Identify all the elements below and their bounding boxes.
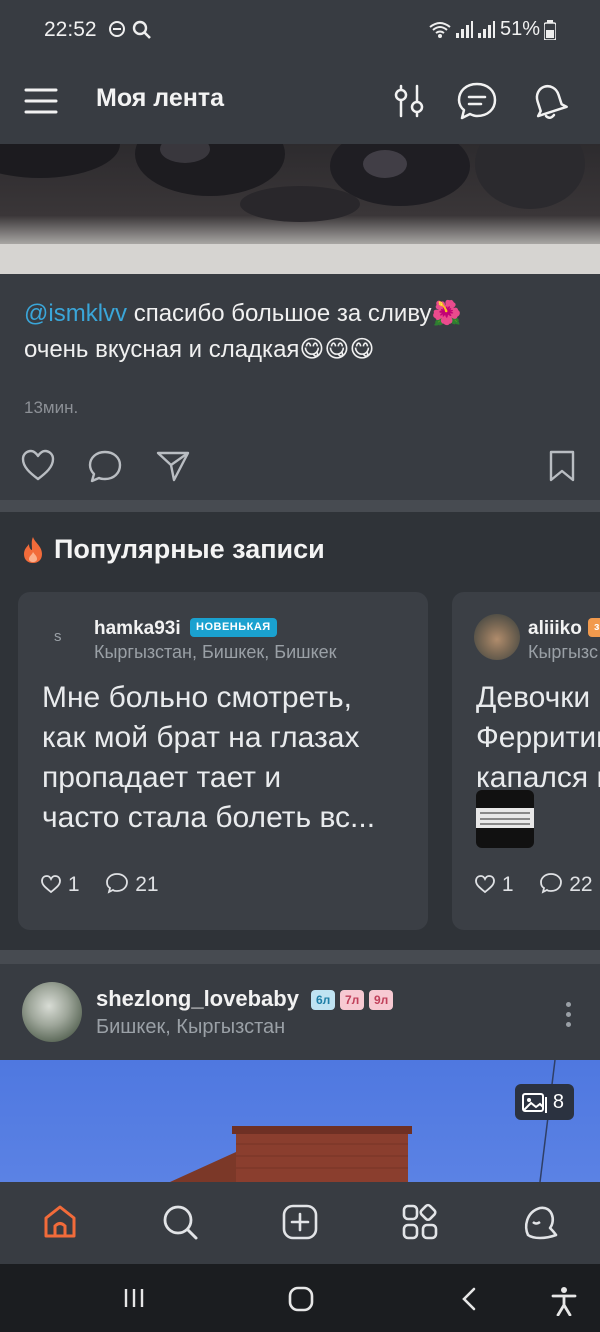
child-age-badge: 9л <box>369 990 394 1010</box>
photo-count-badge: 8 <box>514 1084 574 1120</box>
child-age-badge: 6л <box>311 990 336 1010</box>
photo-count: 8 <box>552 1091 564 1113</box>
dnd-icon <box>109 21 125 37</box>
post-photo[interactable]: 8 <box>0 1060 600 1182</box>
building-image <box>170 1060 556 1182</box>
profile-icon[interactable] <box>520 1202 560 1242</box>
services-icon[interactable] <box>400 1202 440 1242</box>
like-icon <box>41 875 61 894</box>
signal-icon-2 <box>478 21 495 38</box>
comment-icon[interactable] <box>86 448 124 484</box>
card-location: Кыргызстан, Бишкек, Бишкек <box>94 642 337 662</box>
post-location: Бишкек, Кыргызстан <box>96 1016 286 1038</box>
post-header: shezlong_lovebaby 6л 7л 9л Бишкек, Кыргы… <box>0 964 600 1060</box>
mention-link[interactable]: @ismklvv <box>24 300 127 327</box>
signal-icon-1 <box>456 21 473 38</box>
post-timestamp: 13мин. <box>24 398 79 417</box>
likes-count: 1 <box>67 873 80 896</box>
card-text: Мне больно смотреть, как мой брат на гла… <box>42 678 375 838</box>
fire-icon <box>24 537 42 563</box>
clock: 22:52 <box>44 18 97 41</box>
popular-card[interactable]: aliiiko з Кыргызс Девочки , Ферритин кап… <box>452 592 600 930</box>
like-icon <box>475 875 495 894</box>
accessibility-icon[interactable] <box>550 1286 578 1316</box>
comment-icon <box>540 873 563 894</box>
home-icon[interactable] <box>40 1202 80 1242</box>
back-icon[interactable] <box>458 1286 480 1312</box>
card-stats: 1 22 <box>474 872 593 897</box>
card-text-line: часто стала болеть вс... <box>42 801 376 834</box>
battery-icon <box>544 20 556 40</box>
card-text-line: как мой брат на глазах <box>42 721 360 754</box>
add-icon[interactable] <box>280 1202 320 1242</box>
share-icon[interactable] <box>154 448 192 484</box>
status-badge: з <box>588 618 600 637</box>
child-age-badge: 7л <box>340 990 365 1010</box>
card-text-line: пропадает тает и <box>42 761 282 794</box>
popular-card[interactable]: s hamka93i НОВЕНЬКАЯ Кыргызстан, Бишкек,… <box>18 592 428 930</box>
menu-icon[interactable] <box>18 78 64 124</box>
card-text: Девочки , Ферритин капался и <box>476 678 600 798</box>
app-header: Моя лента <box>0 62 600 144</box>
card-text-line: Ферритин <box>476 721 600 754</box>
status-bar: 22:52 51% <box>0 0 600 62</box>
card-username[interactable]: hamka93i <box>94 618 181 640</box>
avatar-placeholder: s <box>54 628 62 645</box>
page-title: Моя лента <box>96 84 225 112</box>
card-text-line: Девочки , <box>476 681 600 714</box>
filter-icon[interactable] <box>386 78 432 124</box>
post-photo[interactable] <box>0 144 600 274</box>
gallery-icon <box>521 1093 547 1113</box>
more-options-icon[interactable] <box>566 1002 572 1032</box>
status-badge: НОВЕНЬКАЯ <box>190 618 277 637</box>
card-username[interactable]: aliiiko <box>528 618 582 640</box>
card-thumbnail[interactable] <box>476 790 534 848</box>
search-icon[interactable] <box>160 1202 200 1242</box>
card-text-line: Мне больно смотреть, <box>42 681 352 714</box>
home-button-icon[interactable] <box>288 1286 314 1312</box>
plums-image <box>0 144 600 274</box>
chat-icon[interactable] <box>454 78 500 124</box>
system-navigation-bar <box>0 1264 600 1332</box>
post-text-line2: очень вкусная и сладкая😋😋😋 <box>24 336 375 363</box>
bookmark-icon[interactable] <box>546 448 578 484</box>
post-body: @ismklvv спасибо большое за сливу🌺 очень… <box>0 274 600 500</box>
wifi-icon <box>429 22 451 38</box>
like-icon[interactable] <box>20 448 56 482</box>
avatar <box>474 614 520 660</box>
comment-icon <box>106 873 129 894</box>
section-divider <box>0 950 600 964</box>
post-text-line1: спасибо большое за сливу🌺 <box>127 300 462 327</box>
popular-section: Популярные записи s hamka93i НОВЕНЬКАЯ К… <box>0 512 600 950</box>
bell-icon[interactable] <box>526 78 572 124</box>
battery-level: 51% <box>499 18 540 40</box>
post-username[interactable]: shezlong_lovebaby <box>96 986 299 1012</box>
section-divider <box>0 500 600 512</box>
avatar[interactable] <box>22 982 82 1042</box>
card-location: Кыргызс <box>528 642 598 662</box>
section-title: Популярные записи <box>54 534 325 564</box>
bottom-navigation <box>0 1182 600 1264</box>
card-stats: 1 21 <box>40 872 159 897</box>
likes-count: 1 <box>501 873 514 896</box>
comments-count: 21 <box>135 873 159 896</box>
post-actions <box>0 444 600 488</box>
recent-apps-icon[interactable] <box>122 1286 146 1310</box>
post-text: @ismklvv спасибо большое за сливу🌺 очень… <box>24 296 564 368</box>
comments-count: 22 <box>569 873 593 896</box>
search-status-icon <box>132 20 151 39</box>
